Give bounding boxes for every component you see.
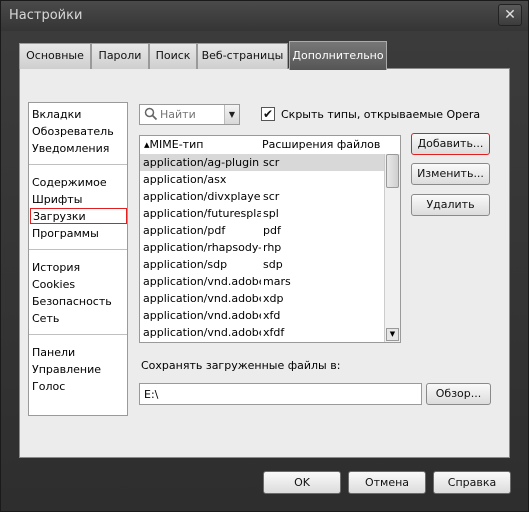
table-row[interactable]: application/vnd.adobe.... mars xyxy=(140,273,384,290)
tab-label: Основные xyxy=(26,49,84,62)
download-folder-label: Сохранять загруженные файлы в: xyxy=(141,359,341,372)
tab-label: Веб-страницы xyxy=(201,49,284,62)
scrollbar-thumb[interactable] xyxy=(386,154,399,188)
sidebar-divider xyxy=(29,334,127,335)
mime-type-cell: application/futuresplash xyxy=(143,207,261,220)
column-header-mime[interactable]: ▴MIME-тип xyxy=(144,136,262,154)
mime-type-cell: application/sdp xyxy=(143,258,228,271)
sidebar-item-tabs[interactable]: Вкладки xyxy=(32,107,126,123)
mime-type-cell: application/vnd.adobe.... xyxy=(143,292,261,305)
close-button[interactable]: ✕ xyxy=(498,4,522,26)
search-input[interactable] xyxy=(160,106,220,123)
table-row[interactable]: application/futuresplash spl xyxy=(140,205,384,222)
table-row[interactable]: application/divxplayer... scr xyxy=(140,188,384,205)
close-icon: ✕ xyxy=(504,7,516,23)
add-button[interactable]: Добавить... xyxy=(411,133,490,155)
extensions-cell: sdp xyxy=(263,258,283,271)
hide-types-checkbox[interactable]: ✔ xyxy=(261,107,275,121)
table-row[interactable]: application/ag-plugin scr xyxy=(140,154,384,171)
tab-advanced[interactable]: Дополнительно xyxy=(289,41,387,70)
hide-types-label: Скрыть типы, открываемые Opera xyxy=(281,108,481,121)
table-row[interactable]: application/pdf pdf xyxy=(140,222,384,239)
tab-search[interactable]: Поиск xyxy=(149,43,197,69)
search-dropdown-button[interactable]: ▼ xyxy=(224,105,239,124)
search-box: ▼ xyxy=(139,104,240,125)
column-header-extensions[interactable]: Расширения файлов xyxy=(262,136,382,154)
column-header-label: MIME-тип xyxy=(149,138,204,151)
mime-type-cell: application/vnd.adobe.... xyxy=(143,326,261,339)
mime-type-cell: application/vnd.adobe.... xyxy=(143,275,261,288)
table-row[interactable]: application/rhapsody-... rhp xyxy=(140,239,384,256)
extensions-cell: spl xyxy=(263,207,279,220)
table-scrollbar[interactable]: ▼ xyxy=(384,154,400,342)
tab-label: Поиск xyxy=(155,49,191,62)
sidebar-item-downloads[interactable]: Загрузки xyxy=(30,208,127,224)
table-row[interactable]: application/sdp sdp xyxy=(140,256,384,273)
table-row[interactable]: application/asx xyxy=(140,171,384,188)
scroll-down-button[interactable]: ▼ xyxy=(386,328,399,341)
title-bar[interactable]: Настройки ✕ xyxy=(1,1,528,31)
delete-button[interactable]: Удалить xyxy=(411,194,490,216)
tab-general[interactable]: Основные xyxy=(19,43,91,69)
sidebar-item-toolbars[interactable]: Панели xyxy=(32,345,126,361)
sidebar-divider xyxy=(29,164,127,165)
window-title: Настройки xyxy=(9,8,83,23)
sidebar-item-history[interactable]: История xyxy=(32,260,126,276)
tab-passwords[interactable]: Пароли xyxy=(91,43,149,69)
table-row[interactable]: application/vnd.adobe.... xfd xyxy=(140,307,384,324)
mime-table: ▴MIME-тип Расширения файлов application/… xyxy=(139,135,401,343)
category-list: Вкладки Обозреватель Уведомления Содержи… xyxy=(28,102,128,416)
settings-dialog: Настройки ✕ Основные Пароли Поиск Веб-ст… xyxy=(0,0,529,512)
tab-label: Дополнительно xyxy=(292,49,384,62)
mime-type-cell: application/rhapsody-... xyxy=(143,241,261,254)
tab-label: Пароли xyxy=(98,49,142,62)
mime-type-cell: application/divxplayer... xyxy=(143,190,261,203)
extensions-cell: scr xyxy=(263,190,280,203)
sidebar-item-security[interactable]: Безопасность xyxy=(32,294,126,310)
sidebar-item-content[interactable]: Содержимое xyxy=(32,175,126,191)
tab-webpages[interactable]: Веб-страницы xyxy=(197,43,288,69)
sidebar-divider xyxy=(29,249,127,250)
extensions-cell: pdf xyxy=(263,224,281,237)
mime-type-cell: application/pdf xyxy=(143,224,226,237)
extensions-cell: rhp xyxy=(263,241,282,254)
column-header-label: Расширения файлов xyxy=(262,138,381,151)
sidebar-item-fonts[interactable]: Шрифты xyxy=(32,192,126,208)
mime-type-cell: application/vnd.adobe.... xyxy=(143,309,261,322)
sidebar-item-programs[interactable]: Программы xyxy=(32,226,126,242)
download-path-input[interactable] xyxy=(139,383,422,405)
sidebar-item-voice[interactable]: Голос xyxy=(32,379,126,395)
sidebar-item-browsing[interactable]: Обозреватель xyxy=(32,124,126,140)
chevron-down-icon: ▼ xyxy=(389,330,396,338)
extensions-cell: xfdf xyxy=(263,326,285,339)
mime-type-cell: application/asx xyxy=(143,173,227,186)
table-row[interactable]: application/vnd.adobe.... xfdf xyxy=(140,324,384,341)
extensions-cell: xfd xyxy=(263,309,281,322)
sidebar-item-shortcuts[interactable]: Управление xyxy=(32,362,126,378)
sidebar-item-notifications[interactable]: Уведомления xyxy=(32,141,126,157)
browse-button[interactable]: Обзор... xyxy=(426,383,491,405)
extensions-cell: scr xyxy=(263,156,280,169)
search-icon xyxy=(144,107,158,121)
edit-button[interactable]: Изменить... xyxy=(411,163,490,185)
sidebar-item-cookies[interactable]: Cookies xyxy=(32,277,126,293)
ok-button[interactable]: OK xyxy=(263,471,341,494)
help-button[interactable]: Справка xyxy=(433,471,511,494)
extensions-cell: mars xyxy=(263,275,291,288)
extensions-cell: xdp xyxy=(263,292,284,305)
sidebar-item-network[interactable]: Сеть xyxy=(32,311,126,327)
cancel-button[interactable]: Отмена xyxy=(348,471,426,494)
table-row[interactable]: application/vnd.adobe.... xdp xyxy=(140,290,384,307)
mime-type-cell: application/ag-plugin xyxy=(143,156,260,169)
chevron-down-icon: ▼ xyxy=(228,110,236,119)
